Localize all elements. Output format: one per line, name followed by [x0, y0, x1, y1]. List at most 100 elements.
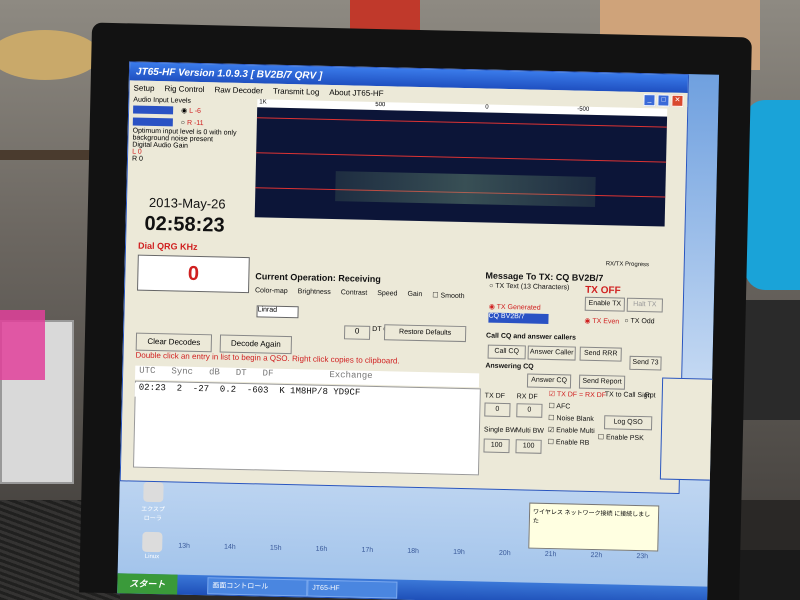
level-left-value: L -6	[189, 107, 202, 116]
waterfall-display[interactable]	[254, 107, 668, 227]
answer-cq-button[interactable]: Answer CQ	[526, 373, 572, 389]
maximize-button[interactable]: □	[657, 94, 670, 107]
time-tick: 23h	[636, 553, 649, 561]
col-sync: Sync	[171, 366, 194, 377]
send-report-button[interactable]: Send Report	[578, 374, 626, 390]
tx-generated-label: TX Generated	[496, 303, 541, 312]
waterfall-marker	[256, 117, 667, 128]
send-rrr-button[interactable]: Send RRR	[579, 346, 622, 362]
rpt-label: Rpt	[644, 392, 656, 400]
call-cq-button[interactable]: Call CQ	[487, 344, 526, 360]
scale-tick: 0	[485, 104, 489, 111]
taskbar-item-jt65[interactable]: JT65-HF	[307, 579, 398, 599]
answering-cq-label: Answering CQ	[485, 362, 534, 371]
speed-label: Speed	[377, 290, 398, 298]
desktop: 13h 14h 15h 16h 17h 18h 19h 20h 21h 22h …	[117, 61, 720, 600]
noise-blank-checkbox[interactable]: ☐ Noise Blank	[548, 414, 594, 423]
txdf-rxdf-label: TX DF = RX DF	[556, 391, 607, 400]
dt-offset-input[interactable]: 0	[343, 325, 371, 340]
waterfall-marker	[256, 152, 667, 163]
gain-ctrl-label: Gain	[407, 290, 423, 299]
desktop-icon-linux[interactable]: Linux	[138, 531, 167, 561]
minimize-button[interactable]: _	[643, 94, 656, 107]
time-tick: 16h	[315, 545, 328, 553]
col-df: DF	[262, 368, 274, 379]
tx-generated-field[interactable]: CQ BV2B/7	[488, 312, 549, 324]
tx-even-label: TX Even	[592, 317, 620, 326]
radio-left[interactable]: ◉ L -6	[181, 107, 201, 115]
single-bw-label: Single BW	[483, 426, 517, 435]
clear-decodes-button[interactable]: Clear Decodes	[135, 332, 213, 353]
time-tick: 17h	[361, 546, 374, 555]
decode-again-button[interactable]: Decode Again	[219, 334, 293, 355]
tx-odd-label: TX Odd	[630, 317, 655, 326]
time-tick: 19h	[453, 548, 465, 557]
afc-label: AFC	[556, 403, 571, 411]
dial-qrg-input[interactable]: 0	[137, 254, 250, 294]
menu-rig-control[interactable]: Rig Control	[164, 84, 204, 94]
desktop-icon-explorer[interactable]: エクスプローラ	[139, 481, 168, 523]
row-dt: 0.2	[219, 384, 237, 395]
secondary-window	[659, 377, 715, 481]
tx-status: TX OFF	[585, 284, 621, 297]
notification-balloon[interactable]: ワイヤレス ネットワーク接続 に接続しました	[528, 502, 660, 552]
menu-setup[interactable]: Setup	[134, 83, 155, 92]
clock-time: 02:58:23	[144, 212, 225, 237]
desktop-icon-label: エクスプローラ	[141, 506, 166, 523]
enable-psk-label: Enable PSK	[605, 434, 644, 443]
enable-multi-checkbox[interactable]: ☑ Enable Multi	[548, 426, 595, 435]
tx-odd-radio[interactable]: ○ TX Odd	[624, 318, 654, 326]
time-tick: 21h	[544, 550, 557, 559]
restore-defaults-button[interactable]: Restore Defaults	[383, 324, 467, 343]
afc-checkbox[interactable]: ☐ AFC	[548, 402, 570, 410]
screen: 13h 14h 15h 16h 17h 18h 19h 20h 21h 22h …	[117, 61, 720, 600]
scale-tick: 500	[375, 101, 386, 109]
noise-blank-label: Noise Blank	[556, 415, 594, 423]
txdf-rxdf-checkbox[interactable]: ☑ TX DF = RX DF	[549, 390, 606, 399]
radio-right[interactable]: ○ R -11	[181, 119, 204, 127]
jt65-window: JT65-HF Version 1.0.9.3 [ BV2B/7 QRV ] S…	[119, 61, 690, 494]
multi-bw-label: Multi BW	[515, 427, 545, 435]
current-operation: Current Operation: Receiving	[255, 271, 381, 285]
halt-tx-button[interactable]: Halt TX	[626, 297, 663, 313]
decode-hint: Double click an entry in list to begin a…	[135, 350, 400, 366]
menu-transmit-log[interactable]: Transmit Log	[273, 86, 320, 96]
tx-panel: RX/TX Progress Message To TX: CQ BV2B/7 …	[481, 261, 666, 485]
single-bw-input[interactable]: 100	[483, 438, 510, 454]
rx-df-input[interactable]: 0	[516, 403, 543, 418]
tx-even-radio[interactable]: ◉ TX Even	[584, 317, 619, 326]
tx-text-radio[interactable]: ○ TX Text (13 Characters)	[489, 283, 569, 292]
dial-label: Dial QRG KHz	[137, 240, 198, 252]
taskbar-item-control[interactable]: 画面コントロール	[207, 577, 308, 597]
menu-raw-decoder[interactable]: Raw Decoder	[214, 85, 263, 95]
enable-rb-checkbox[interactable]: ☐ Enable RB	[548, 438, 590, 447]
level-bar-left	[133, 105, 174, 115]
pink-basket	[0, 310, 45, 380]
smooth-checkbox[interactable]: ☐ Smooth	[432, 291, 465, 300]
log-qso-button[interactable]: Log QSO	[603, 415, 653, 431]
window-controls: _ □ ✕	[643, 94, 684, 107]
tx-df-input[interactable]: 0	[484, 402, 511, 418]
colormap-select[interactable]: Linrad	[256, 305, 299, 319]
col-utc: UTC	[139, 365, 156, 377]
row-utc: 02:23	[138, 382, 166, 394]
clock-date: 2013-May-26	[148, 194, 226, 212]
smooth-label: Smooth	[440, 292, 465, 301]
enable-tx-button[interactable]: Enable TX	[584, 296, 625, 312]
start-button[interactable]: スタート	[117, 573, 178, 595]
enable-psk-checkbox[interactable]: ☐ Enable PSK	[598, 433, 644, 442]
time-tick: 22h	[590, 551, 603, 560]
row-df: -603	[246, 385, 269, 396]
row-sync: 2	[176, 383, 183, 394]
tx-generated-radio[interactable]: ◉ TX Generated	[489, 303, 541, 312]
enable-rb-label: Enable RB	[555, 439, 590, 447]
time-tick: 13h	[178, 542, 190, 550]
close-button[interactable]: ✕	[671, 94, 684, 107]
multi-bw-input[interactable]: 100	[515, 439, 542, 454]
menu-about[interactable]: About JT65-HF	[329, 87, 383, 97]
level-bar-right	[132, 117, 173, 127]
answer-caller-button[interactable]: Answer Caller	[527, 345, 576, 361]
scale-tick: -500	[577, 106, 590, 113]
send-73-button[interactable]: Send 73	[629, 355, 662, 371]
call-cq-section-label: Call CQ and answer callers	[485, 332, 577, 342]
